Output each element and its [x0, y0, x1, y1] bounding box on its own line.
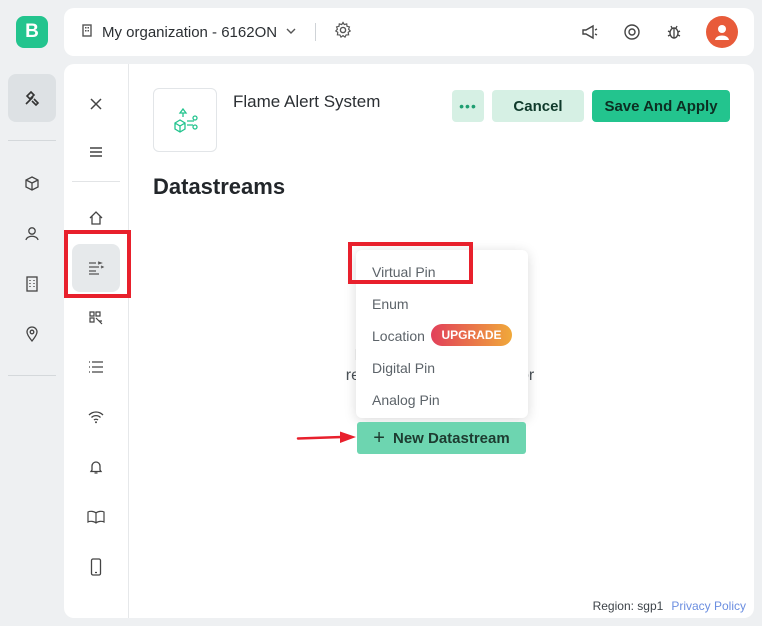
book-icon	[87, 510, 105, 524]
menu-toggle[interactable]	[72, 128, 120, 176]
tools-icon	[25, 90, 40, 107]
menu-item-enum[interactable]: Enum	[372, 296, 409, 312]
building-icon	[80, 23, 94, 41]
page-title: Datastreams	[153, 174, 286, 199]
divider	[315, 23, 317, 41]
annotation-arrow-icon	[296, 431, 356, 443]
home-icon	[89, 211, 103, 225]
bell-icon	[89, 461, 103, 474]
menu-item-analog-pin[interactable]: Analog Pin	[372, 392, 440, 408]
top-bar: My organization - 6162ON	[64, 8, 754, 56]
phone-icon	[90, 558, 102, 576]
annotation-highlight-datastreams-tab	[64, 230, 131, 298]
template-placeholder-icon	[174, 107, 198, 133]
wifi-icon	[88, 411, 104, 424]
divider	[8, 375, 56, 376]
bug-icon[interactable]	[664, 22, 684, 42]
user-icon	[25, 227, 39, 241]
annotation-highlight-virtual-pin	[348, 242, 473, 284]
building-icon	[26, 276, 38, 292]
blynk-logo[interactable]: B	[16, 16, 48, 48]
close-button[interactable]	[72, 80, 120, 128]
user-avatar[interactable]	[706, 16, 738, 48]
region-label: Region: sgp1	[592, 599, 664, 613]
users-nav[interactable]	[8, 210, 56, 258]
help-lifebuoy-icon[interactable]	[622, 22, 642, 42]
gear-icon[interactable]	[334, 21, 352, 43]
menu-item-location[interactable]: Location	[372, 328, 425, 344]
devices-nav[interactable]	[8, 160, 56, 208]
close-icon	[90, 98, 102, 110]
organization-switcher[interactable]: My organization - 6162ON	[80, 20, 352, 44]
location-pin-icon	[26, 326, 38, 343]
new-datastream-label: New Datastream	[392, 429, 510, 447]
hamburger-icon	[90, 147, 102, 157]
template-panel: Flame Alert System ••• Cancel Save And A…	[64, 64, 754, 618]
new-datastream-button[interactable]: + New Datastream	[357, 422, 526, 454]
organization-name: My organization - 6162ON	[102, 23, 278, 41]
chevron-down-icon	[285, 24, 297, 41]
cancel-button[interactable]: Cancel	[492, 90, 584, 122]
documentation-tab[interactable]	[72, 493, 120, 541]
grid-dashboard-icon	[89, 311, 103, 325]
connectivity-tab[interactable]	[72, 393, 120, 441]
mobile-dashboard-tab[interactable]	[72, 543, 120, 591]
list-icon	[89, 361, 103, 373]
template-subnav	[64, 64, 129, 618]
notifications-tab[interactable]	[72, 443, 120, 491]
plus-icon: +	[373, 427, 385, 449]
menu-item-digital-pin[interactable]: Digital Pin	[372, 360, 435, 376]
more-options-button[interactable]: •••	[452, 90, 484, 122]
privacy-policy-link[interactable]: Privacy Policy	[671, 599, 746, 613]
organizations-nav[interactable]	[8, 260, 56, 308]
cube-icon	[25, 176, 39, 191]
upgrade-badge[interactable]: UPGRADE	[431, 324, 512, 346]
top-icons	[580, 16, 738, 48]
megaphone-icon[interactable]	[580, 22, 600, 42]
divider	[8, 140, 56, 141]
web-dashboard-tab[interactable]	[72, 294, 120, 342]
divider	[72, 181, 120, 182]
locations-nav[interactable]	[8, 310, 56, 358]
footer: Region: sgp1 Privacy Policy	[593, 599, 746, 613]
developer-zone-nav[interactable]	[8, 74, 56, 122]
events-tab[interactable]	[72, 343, 120, 391]
template-name: Flame Alert System	[233, 92, 381, 111]
save-and-apply-button[interactable]: Save And Apply	[592, 90, 730, 122]
template-image[interactable]	[153, 88, 217, 152]
main-sidebar	[0, 64, 64, 626]
logo-letter: B	[25, 21, 39, 42]
